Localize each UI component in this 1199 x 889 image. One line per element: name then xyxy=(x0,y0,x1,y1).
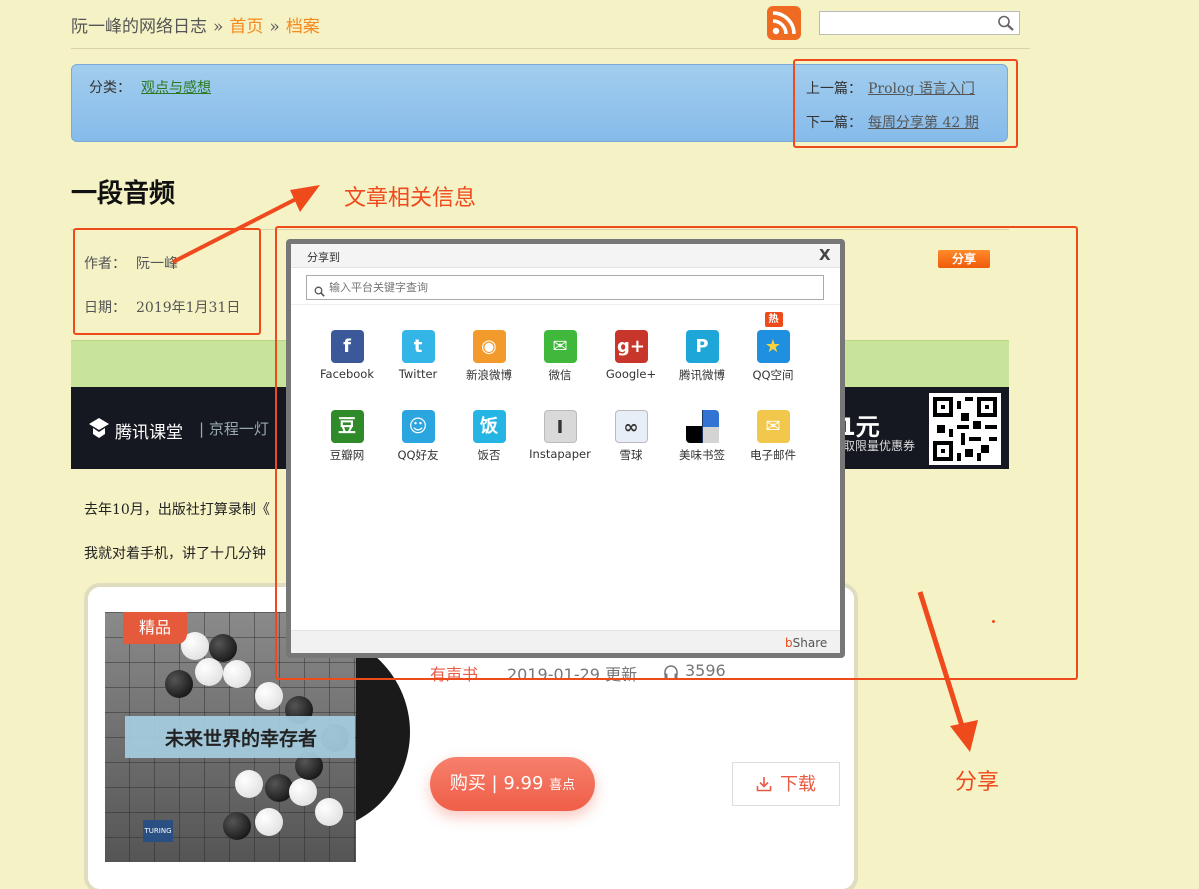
cover-title: 未来世界的幸存者 xyxy=(165,728,318,750)
header-divider xyxy=(71,48,1030,49)
annotation-dot xyxy=(992,620,995,623)
annotation-box-share xyxy=(275,226,1078,680)
white-stone xyxy=(289,778,317,806)
search-input[interactable] xyxy=(820,12,990,34)
buy-label: 购买 | 9.99 xyxy=(449,773,544,794)
white-stone xyxy=(255,808,283,836)
site-title[interactable]: 阮一峰的网络日志 xyxy=(71,17,207,37)
search-icon[interactable] xyxy=(997,15,1015,35)
black-stone xyxy=(165,670,193,698)
buy-unit: 喜点 xyxy=(549,778,576,793)
annotation-box-meta xyxy=(73,228,261,335)
download-button[interactable]: 下载 xyxy=(732,762,840,806)
white-stone xyxy=(315,798,343,826)
annotation-info-label: 文章相关信息 xyxy=(344,186,477,211)
breadcrumb-separator: » xyxy=(269,17,280,37)
white-stone xyxy=(223,660,251,688)
article-title: 一段音频 xyxy=(71,179,176,209)
search-box xyxy=(819,11,1020,35)
archive-link[interactable]: 档案 xyxy=(286,17,320,37)
category-label: 分类： xyxy=(89,80,131,96)
article-paragraph: 我就对着手机，讲了十几分钟 xyxy=(84,546,266,562)
ad-logo-sub: | 京程一灯 xyxy=(199,420,269,438)
breadcrumb: 阮一峰的网络日志» 首页» 档案 xyxy=(71,12,320,37)
white-stone xyxy=(235,770,263,798)
annotation-share-label: 分享 xyxy=(955,770,1000,795)
white-stone xyxy=(195,658,223,686)
download-label: 下载 xyxy=(780,774,816,795)
annotation-box-nav xyxy=(793,59,1018,148)
download-icon xyxy=(756,777,772,792)
black-stone xyxy=(223,812,251,840)
white-stone xyxy=(255,682,283,710)
publisher-logo: TURING xyxy=(143,820,173,842)
premium-badge: 精品 xyxy=(123,612,187,644)
article-paragraph: 去年10月，出版社打算录制《 xyxy=(84,502,270,518)
breadcrumb-separator: » xyxy=(213,17,224,37)
home-link[interactable]: 首页 xyxy=(229,17,263,37)
category-link[interactable]: 观点与感想 xyxy=(141,77,211,97)
ad-logo-text: 腾讯课堂 xyxy=(115,423,183,443)
buy-button[interactable]: 购买 | 9.99 喜点 xyxy=(430,757,595,811)
tencent-classroom-logo-icon xyxy=(89,418,109,438)
rss-icon[interactable] xyxy=(767,6,801,40)
